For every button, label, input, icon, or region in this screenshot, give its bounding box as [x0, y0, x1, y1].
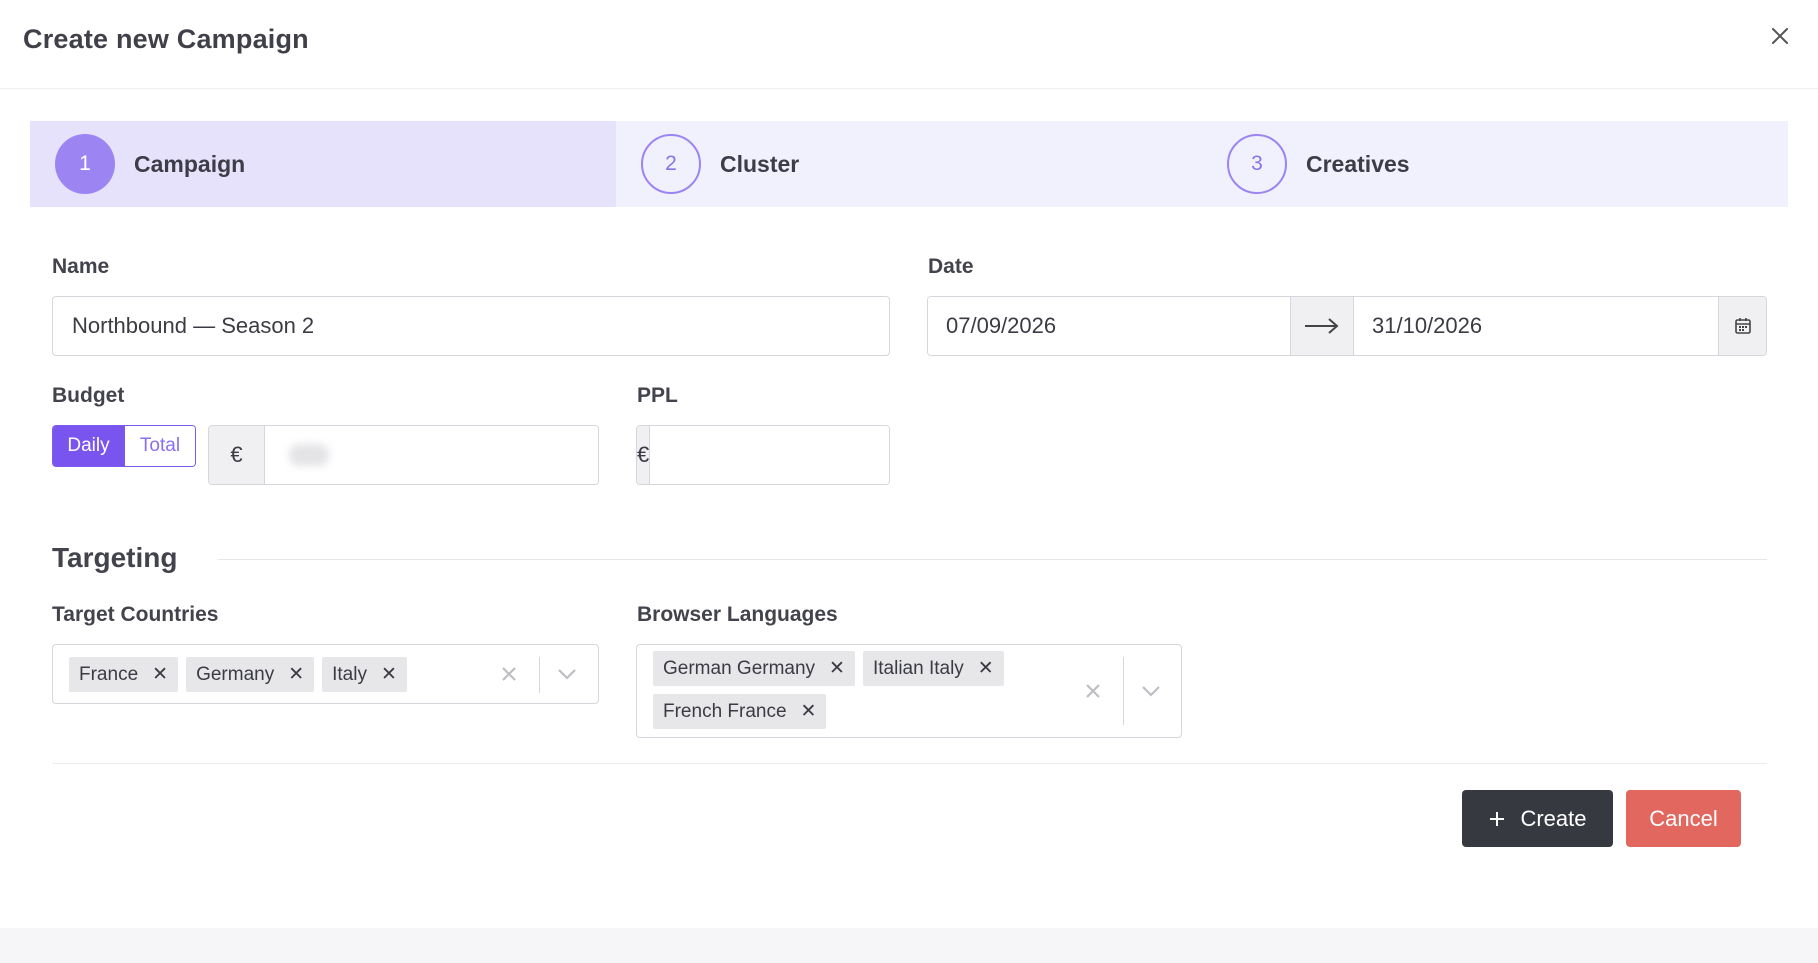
remove-icon[interactable]: ✕	[978, 659, 994, 678]
targeting-section-title: Targeting	[52, 542, 178, 573]
page-footer-strip	[0, 928, 1818, 963]
clear-icon	[502, 667, 516, 681]
step-number: 3	[1227, 134, 1287, 194]
cancel-button[interactable]: Cancel	[1626, 790, 1741, 847]
date-separator	[1290, 297, 1354, 355]
clear-all-button[interactable]	[1076, 674, 1110, 708]
create-button[interactable]: Create	[1462, 790, 1613, 847]
remove-icon[interactable]: ✕	[801, 702, 817, 721]
daily-toggle-button[interactable]: Daily	[53, 426, 124, 466]
name-label: Name	[52, 255, 110, 278]
wizard-stepper: 1 Campaign 2 Cluster 3 Creatives	[30, 121, 1788, 207]
step-cluster[interactable]: 2 Cluster	[616, 121, 1202, 207]
country-chip: Germany ✕	[186, 657, 315, 692]
language-chip: Italian Italy ✕	[862, 651, 1004, 686]
chip-label: France	[79, 663, 139, 685]
footer-divider	[52, 763, 1767, 764]
dropdown-toggle[interactable]	[550, 657, 584, 691]
target-countries-select[interactable]: France ✕ Germany ✕ Italy ✕	[52, 644, 599, 704]
remove-icon[interactable]: ✕	[152, 665, 168, 684]
plus-icon	[1490, 811, 1505, 826]
step-label: Cluster	[720, 151, 800, 177]
step-campaign[interactable]: 1 Campaign	[30, 121, 616, 207]
chevron-down-icon	[558, 669, 576, 680]
step-number: 2	[641, 134, 701, 194]
selected-countries: France ✕ Germany ✕ Italy ✕	[69, 657, 489, 692]
budget-type-toggle: Daily Total	[52, 425, 196, 467]
step-creatives[interactable]: 3 Creatives	[1202, 121, 1788, 207]
currency-symbol: €	[209, 426, 265, 484]
select-separator	[1123, 657, 1124, 725]
start-date-input[interactable]	[928, 297, 1290, 355]
chip-label: Germany	[196, 663, 275, 685]
redacted-value	[289, 444, 329, 466]
select-separator	[539, 657, 540, 693]
browser-languages-select[interactable]: German Germany ✕ Italian Italy ✕ French …	[636, 644, 1182, 738]
step-label: Creatives	[1306, 151, 1410, 177]
chip-label: Italy	[332, 663, 367, 685]
date-range-picker	[927, 296, 1767, 356]
chevron-down-icon	[1142, 686, 1160, 697]
ppl-amount-group: €	[636, 425, 890, 485]
remove-icon[interactable]: ✕	[288, 665, 304, 684]
clear-icon	[1086, 684, 1100, 698]
section-divider	[218, 559, 1767, 560]
end-date-input[interactable]	[1354, 297, 1718, 355]
name-input[interactable]	[52, 296, 890, 356]
modal-title: Create new Campaign	[23, 24, 309, 54]
country-chip: France ✕	[69, 657, 179, 692]
chip-label: French France	[663, 700, 787, 722]
step-label: Campaign	[134, 151, 246, 177]
target-countries-label: Target Countries	[52, 603, 219, 626]
country-chip: Italy ✕	[322, 657, 407, 692]
dropdown-toggle[interactable]	[1134, 674, 1168, 708]
close-button[interactable]	[1766, 22, 1794, 50]
arrow-right-icon	[1305, 318, 1339, 334]
clear-all-button[interactable]	[492, 657, 526, 691]
chip-label: German Germany	[663, 657, 816, 679]
total-toggle-button[interactable]: Total	[124, 426, 195, 466]
step-number: 1	[55, 134, 115, 194]
language-chip: French France ✕	[653, 694, 827, 729]
ppl-input[interactable]	[650, 426, 889, 484]
remove-icon[interactable]: ✕	[381, 665, 397, 684]
calendar-icon	[1734, 318, 1751, 334]
create-campaign-modal: Create new Campaign 1 Campaign 2 Cluster…	[0, 0, 1818, 928]
close-icon	[1772, 28, 1788, 44]
budget-amount-group: €	[208, 425, 599, 485]
language-chip: German Germany ✕	[653, 651, 855, 686]
modal-header: Create new Campaign	[0, 0, 1818, 89]
create-button-label: Create	[1520, 805, 1587, 831]
budget-label: Budget	[52, 384, 125, 407]
browser-languages-label: Browser Languages	[637, 603, 838, 626]
chip-label: Italian Italy	[872, 657, 964, 679]
calendar-button[interactable]	[1718, 297, 1766, 355]
date-label: Date	[928, 255, 974, 278]
selected-languages: German Germany ✕ Italian Italy ✕ French …	[653, 651, 1073, 729]
currency-symbol: €	[637, 426, 651, 484]
remove-icon[interactable]: ✕	[829, 659, 845, 678]
ppl-label: PPL	[637, 384, 678, 407]
